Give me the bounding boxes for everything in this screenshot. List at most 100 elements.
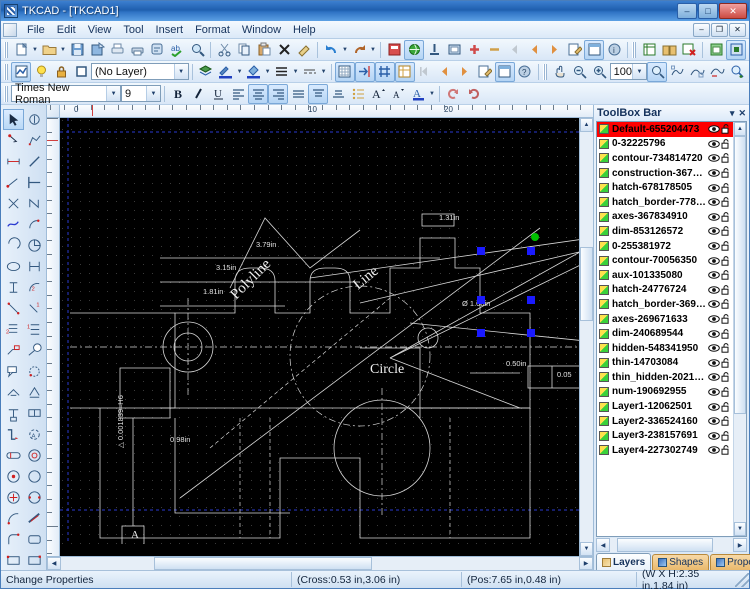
align-bottom-icon[interactable] [328,84,348,104]
osnap-icon[interactable] [394,61,415,82]
snap-icon[interactable] [354,61,375,82]
spline-tool[interactable] [3,193,24,214]
selection-handle[interactable] [527,247,535,255]
close-icon[interactable]: ✕ [738,108,746,119]
washer-tool[interactable] [24,445,45,466]
menu-view[interactable]: View [82,22,118,38]
canvas-vertical-scrollbar[interactable]: ▲ ▼ [579,118,593,556]
layer-color-swatch[interactable] [599,299,609,310]
find-icon[interactable] [187,40,207,60]
line-color-dropdown-icon[interactable]: ▼ [236,62,244,82]
dim-angular-tool[interactable]: 2 [24,277,45,298]
layer-color-swatch[interactable] [599,314,609,325]
open-book-icon[interactable] [659,40,679,60]
layer-manager-icon[interactable] [11,61,31,82]
bullets-icon[interactable] [348,84,368,104]
selection-handle[interactable] [477,329,485,337]
layer-color-swatch[interactable] [599,226,609,237]
properties-icon[interactable] [384,40,404,60]
rotate-left-icon[interactable] [443,84,463,104]
layer-scroll-right-button[interactable]: ▶ [733,538,747,552]
scroll-left-button[interactable]: ◀ [47,557,61,570]
leader-tool[interactable] [3,340,24,361]
minimize-button[interactable]: – [677,3,697,19]
unlock-icon[interactable] [721,357,731,368]
polygon-path-tool[interactable] [24,193,45,214]
eye-icon[interactable] [708,372,720,382]
eye-icon[interactable] [708,256,720,266]
layer-color-swatch[interactable] [599,372,609,383]
line-style-dropdown-icon[interactable]: ▼ [320,62,328,82]
layer-color-swatch[interactable] [599,197,609,208]
layer-row[interactable]: num-190692955 [597,385,733,400]
vscroll-thumb[interactable] [580,246,593,321]
hscroll-thumb[interactable] [154,557,372,570]
paste-icon[interactable] [254,40,274,60]
align-right-icon[interactable] [268,83,288,104]
eye-icon[interactable] [708,183,720,193]
resize-grip[interactable] [735,572,749,587]
layer-color-swatch[interactable] [599,270,609,281]
menu-help[interactable]: Help [287,22,322,38]
layer-color-swatch[interactable] [599,328,609,339]
save-as-icon[interactable] [87,40,107,60]
toolbar-grip[interactable] [542,63,547,80]
page-setup-icon[interactable] [147,40,167,60]
layer-row[interactable]: hatch_border-369300... [597,297,733,312]
layer-color-swatch[interactable] [599,430,609,441]
point-tool[interactable] [3,130,24,151]
frame-square-icon[interactable] [71,62,91,82]
text-color-dropdown-icon[interactable]: ▼ [428,84,436,104]
chevron-down-icon[interactable]: ▼ [106,86,120,101]
zoom-window-icon[interactable] [647,61,667,82]
slot-tool[interactable] [3,445,24,466]
layer-row[interactable]: dim-853126572 [597,224,733,239]
cad-canvas[interactable]: PolylineLineCircle123AA3.79in3.15in1.81i… [60,118,579,556]
ortho-icon[interactable] [374,61,395,82]
revision-cloud-tool[interactable] [24,361,45,382]
scroll-up-button[interactable]: ▲ [580,118,593,132]
layer-color-swatch[interactable] [599,138,609,149]
layer-row[interactable]: hatch_border-778461... [597,195,733,210]
maximize-button[interactable]: □ [698,3,718,19]
cad-text-label[interactable]: A [131,529,139,541]
eye-icon[interactable] [708,402,720,412]
layer-row[interactable]: construction-3677136... [597,166,733,181]
open-folder-icon[interactable] [39,40,59,60]
layout-icon[interactable] [584,39,604,60]
layer-scroll-down-button[interactable]: ▼ [734,522,746,536]
auto-hide-pin-icon[interactable]: ▾ [730,108,735,119]
mdi-restore-button[interactable]: ❐ [711,22,728,37]
feature-control-tool[interactable] [24,403,45,424]
layer-row[interactable]: hatch-678178505 [597,180,733,195]
pan-hand-icon[interactable] [550,62,570,82]
layer-scroll-up-button[interactable]: ▲ [734,122,746,136]
menu-file[interactable]: File [21,22,51,38]
dimension-text[interactable]: Ø 1.00in [462,299,490,308]
arc-3point-tool[interactable] [3,235,24,256]
rounded-corner-tool[interactable] [3,529,24,550]
layer-color-swatch[interactable] [599,168,609,179]
unlock-icon[interactable] [721,387,731,397]
section-line-tool[interactable] [3,424,24,445]
vertical-ruler[interactable] [47,118,60,556]
save-icon[interactable] [67,40,87,60]
layer-color-swatch[interactable] [599,153,609,164]
layer-list-rows[interactable]: Default-655204473 0-32225796 contour-73481… [597,122,733,536]
circle-2point-tool[interactable] [24,487,45,508]
cad-text-label[interactable]: Line [350,263,382,293]
zoom-in-icon[interactable] [590,62,610,82]
layer-hscroll-thumb[interactable] [617,538,714,552]
ellipse-tool[interactable] [3,256,24,277]
underline-icon[interactable]: U [208,84,228,104]
menu-insert[interactable]: Insert [150,22,190,38]
line-width-icon[interactable] [272,62,292,82]
eye-icon[interactable] [708,285,720,295]
eye-icon[interactable] [708,270,720,280]
layer-horizontal-scrollbar[interactable]: ◀ ▶ [596,538,747,552]
menu-tool[interactable]: Tool [117,22,149,38]
horizontal-ruler[interactable]: 0 10 20 [47,105,593,118]
callout-tool[interactable] [3,361,24,382]
cad-text-label[interactable]: Circle [370,362,404,377]
fill-color-icon[interactable] [244,62,264,82]
